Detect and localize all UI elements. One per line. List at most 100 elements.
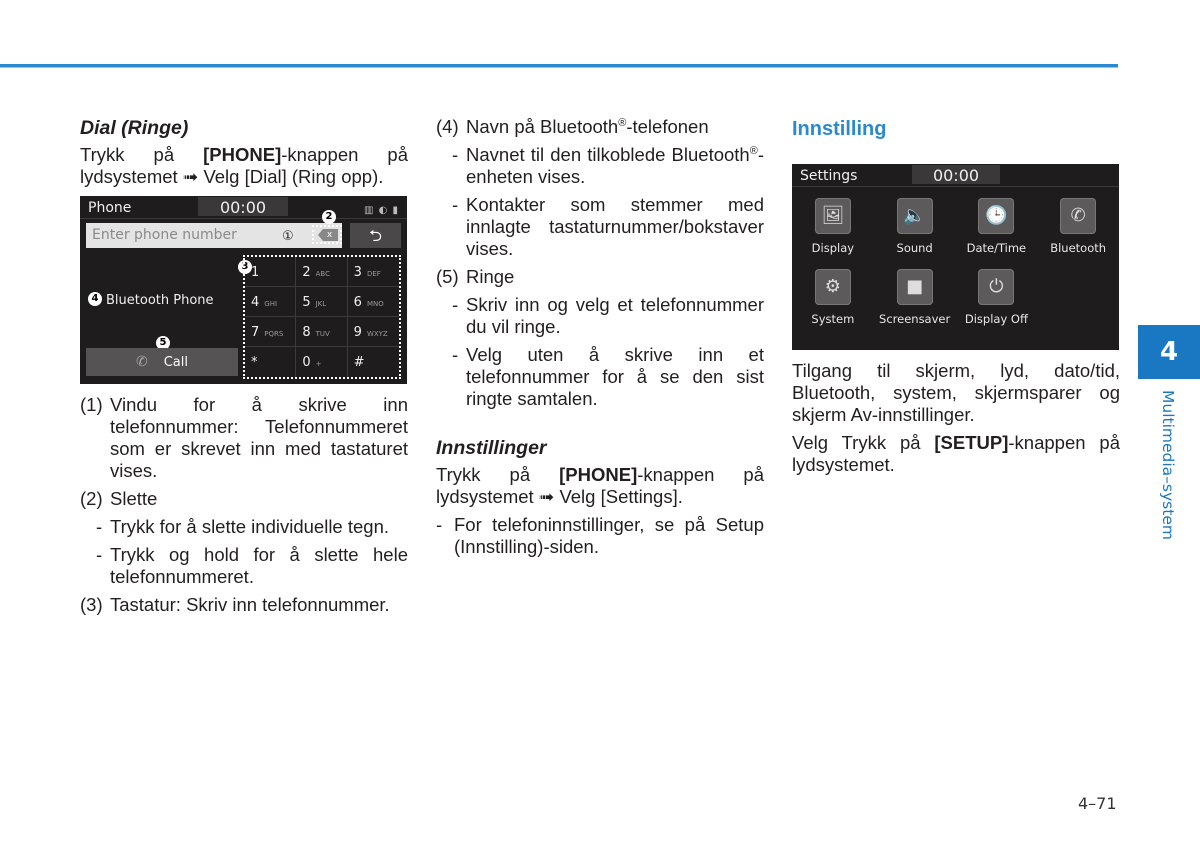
settings-screen-title: Settings	[800, 168, 858, 184]
keypad-key[interactable]: 7 PQRS	[245, 317, 297, 347]
status-icons: ▥ ◐ ▮	[363, 205, 399, 216]
key-letters: ABC	[315, 270, 330, 278]
bluetooth-phone-icon: ✆	[1060, 198, 1097, 234]
list-subitem: - Navnet til den tilkoblede Bluetooth®-en…	[452, 144, 764, 187]
display-off-icon: ⏻	[978, 269, 1015, 305]
phone-number-input[interactable]	[86, 224, 288, 246]
key-digit: 4	[251, 295, 260, 310]
list-item: (4) Navn på Bluetooth®-telefonen	[436, 116, 709, 137]
key-digit: 8	[302, 325, 311, 340]
key-digit: 6	[353, 295, 362, 310]
column-dial: Dial (Ringe) Trykk på [PHONE]-knappen på…	[80, 116, 408, 622]
keypad-key[interactable]: 4 GHI	[245, 287, 297, 317]
clock-icon: 🕒	[978, 198, 1015, 234]
settings-item-screensaver[interactable]: ■ Screensaver	[874, 265, 956, 330]
keypad-key[interactable]: 2 ABC	[296, 257, 348, 287]
phone-key-label: [PHONE]	[203, 144, 282, 165]
key-letters: WXYZ	[366, 330, 388, 338]
key-digit: *	[251, 355, 258, 370]
settings-status-bar: Settings 00:00	[792, 164, 1119, 187]
settings-item-display-off[interactable]: ⏻ Display Off	[956, 265, 1038, 330]
callout-1: ①	[282, 229, 294, 244]
backspace-icon: x	[318, 229, 338, 241]
settings-item-label: Display Off	[964, 312, 1028, 326]
section-heading-innstillinger: Innstillinger	[436, 437, 547, 459]
bluetooth-phone-name: Bluetooth Phone	[106, 293, 214, 308]
keypad-key[interactable]: 0 +	[296, 347, 348, 377]
settings-item-label: Date/Time	[966, 241, 1027, 255]
key-digit: 7	[251, 325, 260, 340]
settings-item-sound[interactable]: 🔈 Sound	[874, 194, 956, 259]
list-subitem: - Skriv inn og velg et telefonnummer du v…	[452, 294, 764, 337]
key-digit: 3	[353, 265, 362, 280]
key-digit: 1	[251, 265, 260, 280]
keypad-key[interactable]: 5 JKL	[296, 287, 348, 317]
chapter-label: Multimedia–system	[1159, 390, 1177, 540]
list-subitem: - Trykk for å slette individuelle tegn.	[96, 516, 389, 537]
settings-item-bluetooth[interactable]: ✆ Bluetooth	[1037, 194, 1119, 259]
setup-instruction: Velg Trykk på [SETUP]-knappen på lydsyst…	[792, 432, 1120, 475]
keypad-key[interactable]: 6 MNO	[347, 287, 399, 317]
key-letters: JKL	[315, 300, 327, 308]
keypad-key[interactable]: #	[348, 347, 399, 377]
gear-icon: ⚙	[814, 269, 851, 305]
key-digit: 5	[302, 295, 311, 310]
settings-grid: 🖼 Display 🔈 Sound 🕒 Date/Time ✆ Bluetooth ⚙ Syste…	[792, 194, 1119, 330]
screensaver-icon: ■	[896, 269, 933, 305]
list-item: (2) Slette	[80, 488, 158, 509]
keypad-key[interactable]: *	[245, 347, 297, 377]
settings-item-system[interactable]: ⚙ System	[792, 265, 874, 330]
settings-intro: Trykk på [PHONE]-knappen på lydsystemet …	[436, 464, 764, 507]
settings-clock: 00:00	[912, 165, 1000, 185]
key-digit: 9	[353, 325, 362, 340]
settings-item-label: Screensaver	[879, 312, 951, 326]
list-subitem: - Velg uten å skrive inn et telefonnummer…	[452, 344, 764, 409]
key-letters: GHI	[264, 300, 278, 308]
phone-clock: 00:00	[198, 197, 288, 217]
list-subitem: - For telefoninnstillinger, se på Setup (…	[436, 514, 764, 557]
list-subitem: - Kontakter som stemmer med innlagte tast…	[452, 194, 764, 259]
settings-item-label: Sound	[896, 241, 933, 255]
key-letters: MNO	[366, 300, 384, 308]
settings-item-label: Display	[811, 241, 855, 255]
sound-icon: 🔈	[896, 198, 933, 234]
back-arrow-icon: ⮌	[369, 226, 382, 245]
keypad-key[interactable]: 3 DEF	[347, 257, 399, 287]
phone-screen-figure: Phone 00:00 ▥ ◐ ▮ ① 2 x ⮌ 3 1 2 ABC3 DEF 4 GH…	[80, 196, 407, 384]
list-item: (3) Tastatur: Skriv inn telefonnummer.	[80, 594, 390, 615]
dial-intro: Trykk på [PHONE]-knappen på lydsystemet …	[80, 144, 408, 187]
list-item: (1) Vindu for å skrive inn telefonnummer:…	[80, 394, 408, 481]
display-icon: 🖼	[814, 198, 851, 234]
settings-screen-figure: Settings 00:00 🖼 Display 🔈 Sound 🕒 Date/Time ✆…	[792, 164, 1119, 350]
list-subitem: - Trykk og hold for å slette hele telefon…	[96, 544, 408, 587]
settings-item-date-time[interactable]: 🕒 Date/Time	[956, 194, 1038, 259]
keypad-key[interactable]: 1	[245, 257, 297, 287]
phone-handset-icon: ✆	[135, 354, 148, 370]
key-letters: DEF	[366, 270, 381, 278]
settings-item-display[interactable]: 🖼 Display	[792, 194, 874, 259]
back-button[interactable]: ⮌	[350, 223, 401, 248]
key-letters: PQRS	[264, 330, 284, 338]
chapter-tab: 4	[1138, 325, 1200, 379]
settings-description: Tilgang til skjerm, lyd, dato/tid, Bluet…	[792, 360, 1120, 425]
header-rule	[0, 64, 1118, 68]
key-letters: +	[315, 360, 322, 368]
column-innstilling: Innstilling Settings 00:00 🖼 Display 🔈 Soun…	[792, 116, 1120, 482]
key-digit: 2	[302, 265, 311, 280]
phone-screen-title: Phone	[88, 200, 132, 216]
phone-number-field[interactable]: ①	[86, 223, 342, 248]
dial-keypad: 1 2 ABC 3 DEF 4 GHI 5 JKL 6 MNO 7 PQRS 8 TUV 9 WXYZ * 0 + #	[243, 255, 401, 379]
delete-button[interactable]: x	[312, 225, 342, 244]
callout-4: 4	[88, 292, 102, 306]
settings-item-label: System	[811, 312, 855, 326]
column-details: (4) Navn på Bluetooth®-telefonen - Navnet …	[436, 116, 764, 564]
key-digit: 0	[302, 355, 311, 370]
keypad-key[interactable]: 8 TUV	[296, 317, 348, 347]
list-item: (5) Ringe	[436, 266, 515, 287]
section-heading-dial: Dial (Ringe)	[80, 117, 189, 139]
keypad-key[interactable]: 9 WXYZ	[347, 317, 399, 347]
settings-item-label: Bluetooth	[1050, 241, 1107, 255]
key-letters: TUV	[315, 330, 330, 338]
phone-status-bar: Phone 00:00 ▥ ◐ ▮	[80, 196, 407, 219]
call-button[interactable]: ✆ Call	[86, 348, 238, 376]
